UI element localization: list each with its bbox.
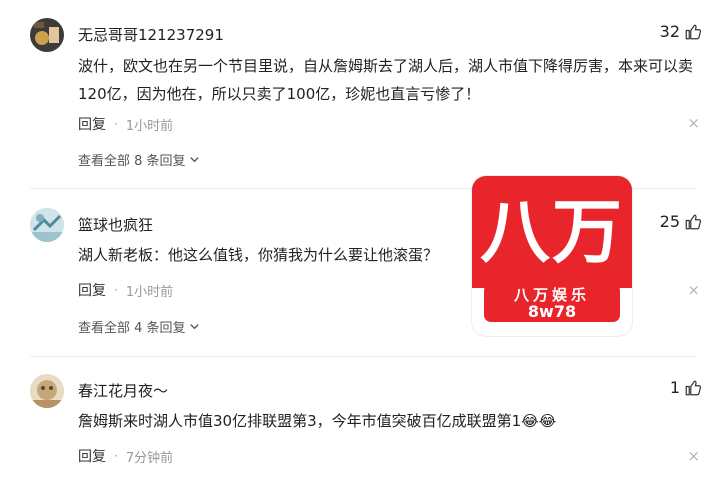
reply-button[interactable]: 回复	[78, 114, 106, 134]
separator-dot: ·	[114, 283, 118, 297]
comment-text: 詹姆斯来时湖人市值30亿排联盟第3，今年市值突破百亿成联盟第1😂😂	[78, 412, 557, 430]
chevron-down-icon	[189, 157, 199, 163]
view-all-replies-label: 查看全部 4 条回复	[78, 321, 186, 336]
comment-meta: 回复 · 1小时前	[78, 280, 173, 300]
close-icon[interactable]: ×	[687, 116, 700, 131]
like-button[interactable]: 32	[660, 22, 702, 41]
like-count: 25	[659, 212, 680, 231]
avatar[interactable]	[30, 18, 64, 52]
username[interactable]: 春江花月夜～	[78, 380, 168, 401]
ad-logo-title: 八万	[480, 191, 624, 273]
like-button[interactable]: 25	[660, 212, 702, 231]
comment-meta: 回复 · 7分钟前	[78, 446, 173, 466]
reply-button[interactable]: 回复	[78, 280, 106, 300]
close-icon[interactable]: ×	[687, 449, 700, 464]
like-count: 32	[659, 22, 680, 41]
comment-meta: 回复 · 1小时前	[78, 114, 173, 134]
timestamp: 1小时前	[125, 284, 174, 300]
username[interactable]: 篮球也疯狂	[78, 214, 153, 235]
timestamp: 7分钟前	[125, 450, 174, 466]
thumbs-up-icon	[685, 24, 702, 39]
ad-logo-banner: 八万娱乐 8w78	[484, 284, 620, 322]
ad-logo-code: 8w78	[527, 302, 577, 321]
thumbs-up-icon	[685, 214, 702, 229]
like-count: 1	[669, 378, 680, 397]
chevron-down-icon	[189, 324, 199, 330]
divider	[30, 356, 696, 357]
view-all-replies-label: 查看全部 8 条回复	[78, 154, 186, 169]
ad-logo[interactable]: 八万 八万娱乐 8w78	[472, 176, 632, 336]
thumbs-up-icon	[685, 380, 702, 395]
avatar[interactable]	[30, 208, 64, 242]
comment-text: 湖人新老板：他这么值钱，你猜我为什么要让他滚蛋？	[78, 246, 439, 264]
view-all-replies-button[interactable]: 查看全部 4 条回复	[78, 317, 200, 336]
like-button[interactable]: 1	[670, 378, 702, 397]
comment-text: 波什，欧文也在另一个节目里说，自从詹姆斯去了湖人后，湖人市值下降得厉害，本来可以…	[78, 57, 694, 103]
close-icon[interactable]: ×	[687, 283, 700, 298]
separator-dot: ·	[114, 117, 118, 131]
username[interactable]: 无忌哥哥121237291	[78, 24, 224, 45]
avatar[interactable]	[30, 374, 64, 408]
view-all-replies-button[interactable]: 查看全部 8 条回复	[78, 150, 200, 169]
separator-dot: ·	[114, 449, 118, 463]
reply-button[interactable]: 回复	[78, 446, 106, 466]
timestamp: 1小时前	[125, 118, 174, 134]
